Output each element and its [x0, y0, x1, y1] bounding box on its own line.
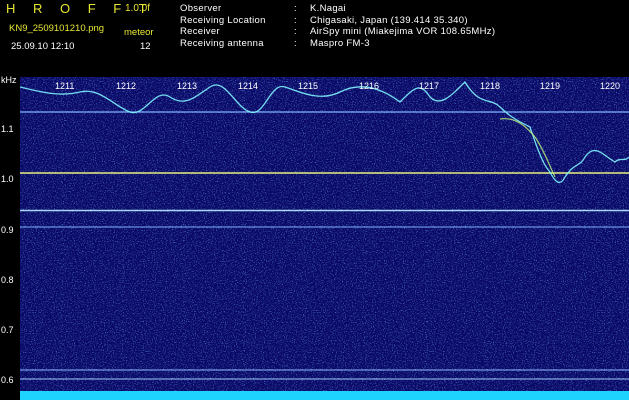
time-tick-label: 1218 [480, 81, 501, 91]
station-sep: : [294, 26, 297, 37]
time-tick-label: 1212 [116, 81, 137, 91]
y-tick-label: 0.9 [1, 225, 14, 235]
y-axis-unit: kHz [1, 75, 17, 85]
spectrogram [20, 77, 629, 400]
station-value: AirSpy mini (Miakejima VOR 108.65MHz) [310, 26, 496, 37]
y-tick-label: 0.6 [1, 375, 14, 385]
station-value: K.Nagai [310, 3, 346, 14]
spectrogram-canvas [20, 77, 629, 400]
station-key: Receiver [180, 26, 220, 37]
station-row: Receiver : AirSpy mini (Miakejima VOR 10… [180, 26, 495, 38]
station-sep: : [294, 14, 297, 26]
y-tick-label: 0.7 [1, 325, 14, 335]
station-key: Receiving Location [180, 14, 266, 26]
station-info: Observer : K.Nagai Receiving Location : … [180, 3, 495, 49]
time-tick-label: 1215 [298, 81, 319, 91]
station-key: Observer [180, 3, 222, 14]
time-tick-label: 1217 [419, 81, 440, 91]
time-tick-label: 1219 [540, 81, 561, 91]
station-sep: : [294, 3, 297, 14]
time-tick-label: 1213 [177, 81, 198, 91]
power-histogram [20, 391, 629, 400]
station-key: Receiving antenna [180, 37, 264, 49]
mode-label: meteor [124, 27, 154, 38]
station-row: Observer : K.Nagai [180, 3, 495, 15]
y-tick-label: 0.8 [1, 275, 14, 285]
filename: KN9_2509101210.png [9, 23, 105, 34]
y-tick-label: 1.1 [1, 124, 14, 134]
time-tick-label: 1211 [55, 81, 75, 91]
app-version: 1.0.0f [125, 3, 151, 14]
station-row: Receiving Location : Chigasaki, Japan (1… [180, 15, 495, 27]
time-tick-label: 1214 [238, 81, 259, 91]
datetime: 25.09.10 12:10 [11, 41, 75, 52]
header-panel: H R O F F T 1.0.0f KN9_2509101210.png me… [0, 0, 629, 76]
station-value: Maspro FM-3 [310, 37, 370, 49]
y-tick-label: 1.0 [1, 174, 14, 184]
time-tick-label: 1216 [359, 81, 380, 91]
station-sep: : [294, 37, 297, 49]
mode-value: 12 [140, 41, 151, 52]
time-tick-label: 1220 [600, 81, 621, 91]
station-value: Chigasaki, Japan (139.414 35.340) [310, 14, 468, 26]
station-row: Receiving antenna : Maspro FM-3 [180, 38, 495, 50]
